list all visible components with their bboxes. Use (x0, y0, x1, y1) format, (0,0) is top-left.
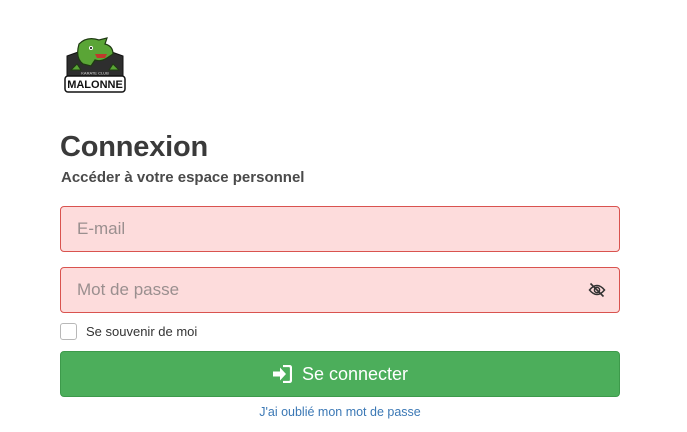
remember-me-checkbox[interactable] (60, 322, 77, 340)
forgot-password-link[interactable]: J'ai oublié mon mot de passe (259, 405, 421, 419)
page-subtitle: Accéder à votre espace personnel (61, 169, 305, 186)
remember-me-option[interactable]: Se souvenir de moi (60, 322, 197, 340)
sign-in-icon (272, 365, 292, 383)
login-page: KARATE CLUB MALONNE Connexion Accéder à … (0, 0, 687, 432)
club-logo: KARATE CLUB MALONNE (61, 36, 129, 100)
eye-slash-icon (588, 282, 606, 298)
remember-me-label: Se souvenir de moi (86, 323, 198, 339)
password-input[interactable] (60, 267, 620, 313)
svg-text:KARATE CLUB: KARATE CLUB (81, 71, 109, 76)
login-button-label: Se connecter (301, 363, 409, 384)
svg-text:MALONNE: MALONNE (67, 79, 123, 91)
email-input[interactable] (60, 206, 620, 252)
dinosaur-logo-icon: KARATE CLUB MALONNE (64, 37, 126, 93)
login-button[interactable]: Se connecter (60, 351, 620, 397)
toggle-password-visibility-button[interactable] (584, 278, 610, 302)
page-title: Connexion (60, 131, 209, 163)
